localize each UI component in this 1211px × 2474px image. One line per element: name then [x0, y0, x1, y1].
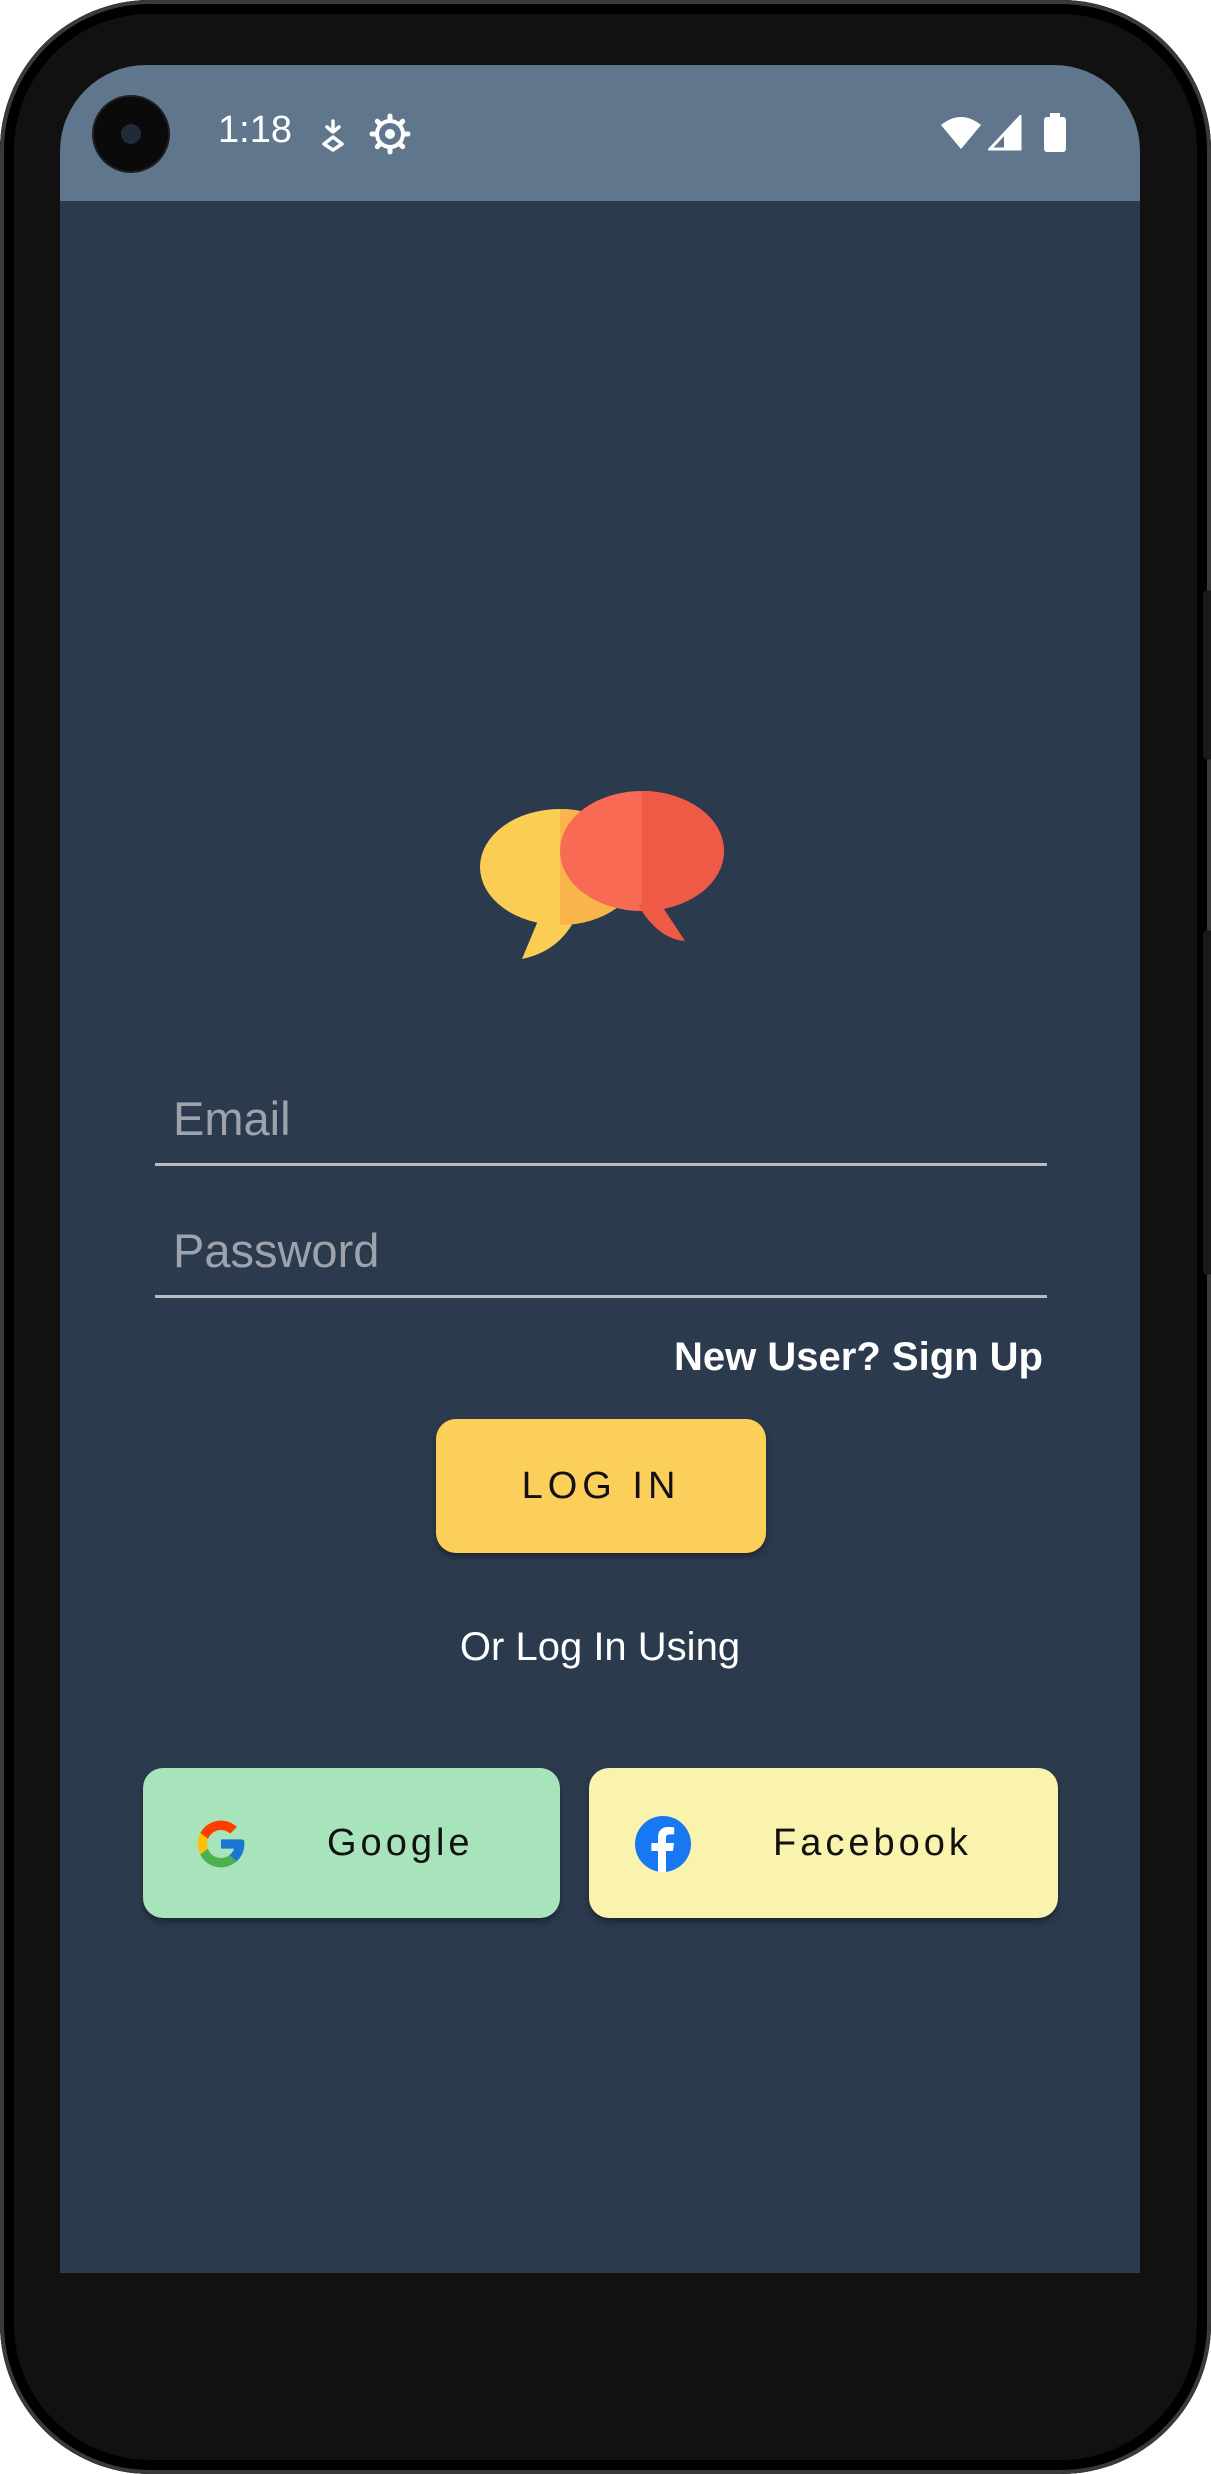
email-input[interactable]: [155, 1073, 1047, 1163]
status-bar: 1:18: [60, 65, 1140, 201]
phone-frame: 1:18 Email New User? Sign Up LOG IN Or L…: [0, 0, 1211, 2474]
screen: 1:18 Email New User? Sign Up LOG IN Or L…: [60, 65, 1140, 2273]
facebook-icon: [635, 1816, 691, 1872]
google-login-button[interactable]: Google: [143, 1768, 560, 1918]
camera-icon: [94, 97, 168, 171]
status-time: 1:18: [218, 109, 292, 151]
sign-up-link[interactable]: New User? Sign Up: [674, 1335, 1043, 1380]
volume-button: [1203, 930, 1211, 1275]
google-icon: [197, 1820, 245, 1868]
password-field[interactable]: [155, 1205, 1047, 1298]
facebook-label: Facebook: [773, 1821, 972, 1864]
facebook-login-button[interactable]: Facebook: [589, 1768, 1058, 1918]
data-saver-icon: [322, 119, 344, 152]
cell-signal-icon: [988, 115, 1022, 151]
login-button[interactable]: LOG IN: [436, 1419, 766, 1553]
chat-bubbles-logo: [480, 791, 724, 959]
google-label: Google: [327, 1821, 474, 1864]
settings-gear-icon: [369, 113, 411, 155]
battery-icon: [1044, 113, 1066, 152]
or-login-using-text: Or Log In Using: [459, 1625, 741, 1669]
power-button: [1203, 590, 1211, 760]
password-input[interactable]: [155, 1205, 1047, 1295]
login-screen: New User? Sign Up LOG IN Or Log In Using…: [60, 201, 1140, 2273]
email-field[interactable]: [155, 1073, 1047, 1166]
wifi-icon: [941, 117, 981, 149]
